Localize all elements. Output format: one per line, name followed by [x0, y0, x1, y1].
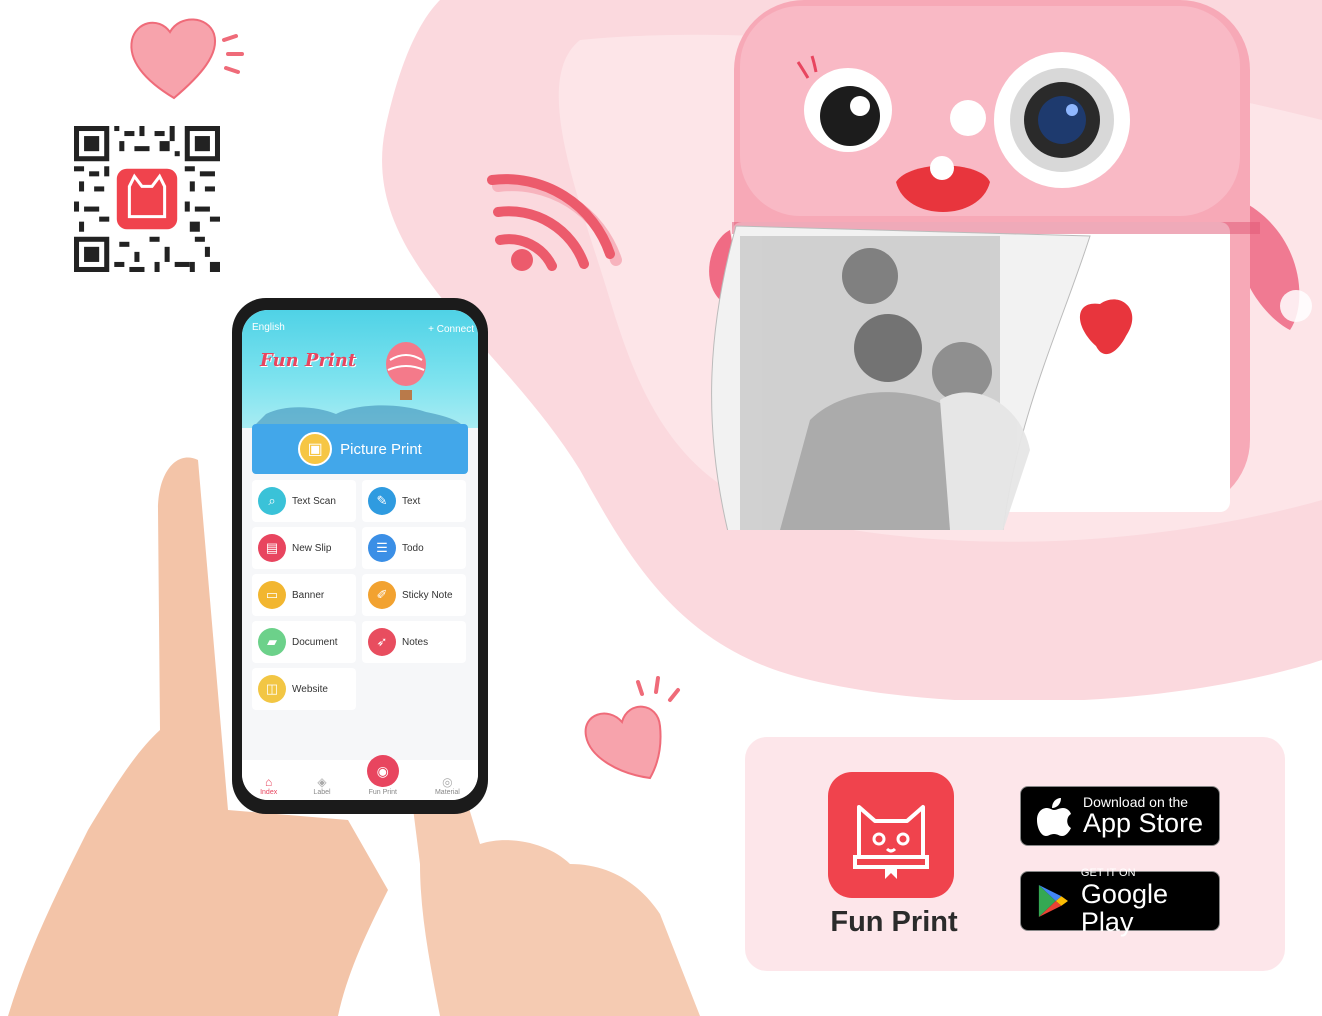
tag-icon: ◈ — [317, 775, 327, 789]
apple-icon — [1037, 798, 1071, 836]
nav-item-label: Label — [313, 789, 331, 796]
app-header: English + Connect Fun Print — [242, 310, 478, 428]
nav-item-fun-print[interactable]: ◉ Fun Print — [366, 755, 399, 796]
language-selector[interactable]: English — [252, 322, 285, 333]
banner-icon: ▭ — [258, 581, 286, 609]
wifi-icon — [487, 174, 622, 271]
connect-button[interactable]: + Connect — [428, 324, 474, 335]
picture-print-label: Picture Print — [340, 440, 422, 458]
menu-item-website[interactable]: ◫ Website — [252, 668, 356, 710]
todo-icon: ☰ — [368, 534, 396, 562]
app-store-big: App Store — [1083, 808, 1204, 838]
fun-print-app-icon[interactable] — [828, 772, 954, 898]
google-play-button[interactable]: GET IT ON Google Play — [1020, 867, 1220, 936]
rocket-icon: ➶ — [368, 628, 396, 656]
nav-item-label: Material — [434, 789, 460, 796]
picture-icon: ▣ — [298, 432, 333, 466]
menu-item-new-slip[interactable]: ▤ New Slip — [252, 527, 356, 569]
sticky-note-icon: ✐ — [368, 581, 396, 609]
menu-item-text-scan[interactable]: ⌕ Text Scan — [252, 480, 356, 522]
menu-item-label: Sticky Note — [402, 589, 453, 601]
menu-item-document[interactable]: ▰ Document — [252, 621, 356, 663]
google-play-icon — [1038, 885, 1068, 917]
phone: English + Connect Fun Print ▣ Picture Pr… — [232, 298, 488, 814]
menu-item-notes[interactable]: ➶ Notes — [362, 621, 466, 663]
cat-icon: ◉ — [366, 755, 399, 787]
folder-icon: ▰ — [258, 628, 286, 656]
nav-item-label: Fun Print — [368, 789, 397, 796]
phone-screen: English + Connect Fun Print ▣ Picture Pr… — [242, 310, 478, 800]
menu-item-label: Document — [292, 636, 338, 648]
app-store-small: Download on the — [1083, 794, 1189, 810]
menu-item-label: New Slip — [292, 542, 332, 554]
printer-illustration — [709, 0, 1312, 530]
google-play-small: GET IT ON — [1080, 867, 1136, 879]
google-play-big: Google Play — [1080, 879, 1168, 937]
app-name: Fun Print — [830, 906, 958, 938]
heart-doodle-icon — [130, 18, 244, 100]
pencil-icon: ✎ — [368, 487, 396, 515]
menu-item-sticky-note[interactable]: ✐ Sticky Note — [362, 574, 466, 616]
slip-icon: ▤ — [258, 534, 286, 562]
home-icon: ⌂ — [265, 775, 273, 789]
nav-item-material[interactable]: ◎ Material — [435, 775, 460, 796]
cat-book-icon — [853, 805, 929, 879]
menu-item-label: Text Scan — [292, 495, 336, 507]
menu-item-label: Website — [292, 683, 328, 695]
nav-item-index[interactable]: ⌂ Index — [260, 775, 277, 796]
nav-item-label: Index — [260, 789, 278, 796]
app-store-button[interactable]: Download on the App Store — [1020, 786, 1220, 846]
menu-item-banner[interactable]: ▭ Banner — [252, 574, 356, 616]
menu-item-todo[interactable]: ☰ Todo — [362, 527, 466, 569]
menu-item-label: Banner — [292, 589, 325, 601]
nav-item-label[interactable]: ◈ Label — [313, 775, 330, 796]
world-map-icon — [256, 405, 461, 424]
qr-code — [74, 126, 220, 272]
menu-item-label: Todo — [402, 542, 424, 554]
website-icon: ◫ — [258, 675, 286, 703]
scan-icon: ⌕ — [258, 487, 286, 515]
bottom-nav: ⌂ Index ◈ Label ◉ Fun Print ◎ Material — [242, 755, 478, 800]
material-icon: ◎ — [442, 775, 453, 789]
menu-item-label: Text — [402, 495, 421, 507]
app-title: Fun Print — [260, 350, 357, 371]
picture-print-button[interactable]: ▣ Picture Print — [252, 424, 468, 474]
menu-item-label: Notes — [402, 636, 429, 648]
menu-item-text[interactable]: ✎ Text — [362, 480, 466, 522]
